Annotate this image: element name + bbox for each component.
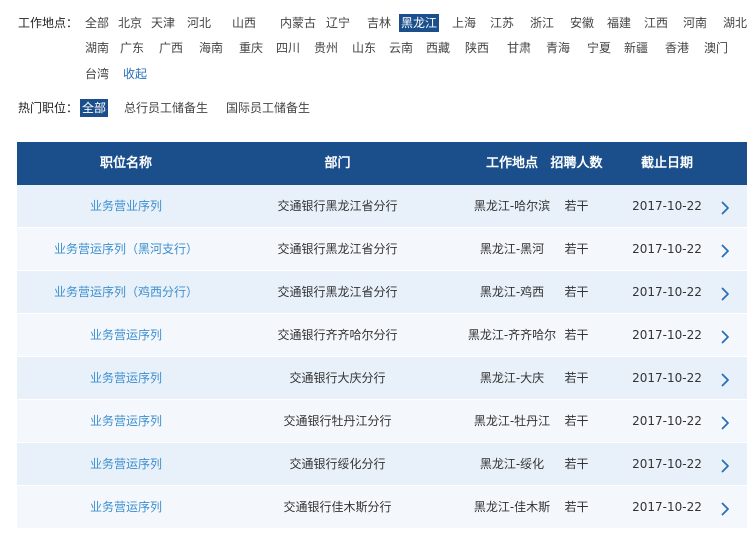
header-department: 部门 <box>324 156 351 171</box>
position-name-link[interactable]: 业务营运序列 <box>17 443 235 486</box>
deadline-cell: 2017-10-22 <box>632 328 702 342</box>
position-name-link[interactable]: 业务营运序列 <box>17 357 235 400</box>
job-table: 职位名称 部门 工作地点 招聘人数 截止日期 业务营业序列 交通银行黑龙江省分行黑… <box>17 142 747 529</box>
headcount-cell: 若干 <box>564 285 589 299</box>
table-row[interactable]: 业务营运序列（鸡西分行） 交通银行黑龙江省分行 黑龙江-鸡西 若干 2017-10-22 <box>17 271 747 314</box>
header-deadline: 截止日期 <box>640 156 693 171</box>
department-cell: 交通银行绥化分行 <box>289 457 386 471</box>
location-filter-item[interactable]: 江西 <box>642 14 670 32</box>
location-filter-item[interactable]: 上海 <box>450 14 478 32</box>
deadline-cell: 2017-10-22 <box>632 371 702 385</box>
location-filter-item[interactable]: 云南 <box>387 39 415 57</box>
location-filter-item[interactable]: 青海 <box>544 39 572 57</box>
location-filter-item[interactable]: 浙江 <box>528 14 556 32</box>
location-filter-item[interactable]: 广西 <box>157 39 185 57</box>
location-filter-item[interactable]: 贵州 <box>312 39 340 57</box>
location-filter-item[interactable]: 澳门 <box>702 39 730 57</box>
location-filter-item[interactable]: 湖南 <box>83 39 111 57</box>
position-name-link[interactable]: 业务营运序列（鸡西分行） <box>17 271 235 314</box>
location-filter-label: 工作地点： <box>18 16 79 30</box>
headcount-cell: 若干 <box>564 199 589 213</box>
position-filter-item[interactable]: 国际员工储备生 <box>224 99 312 117</box>
collapse-link[interactable]: 收起 <box>121 65 149 83</box>
table-row[interactable]: 业务营运序列 交通银行绥化分行 黑龙江-绥化 若干 2017-10-22 <box>17 443 747 486</box>
table-header: 职位名称 部门 工作地点 招聘人数 截止日期 <box>17 142 747 185</box>
location-filter-item[interactable]: 重庆 <box>237 39 265 57</box>
deadline-cell: 2017-10-22 <box>632 242 702 256</box>
location-filter-item[interactable]: 新疆 <box>622 39 650 57</box>
location-filter-item[interactable]: 内蒙古 <box>278 14 318 32</box>
chevron-right-icon[interactable] <box>718 314 732 357</box>
department-cell: 交通银行黑龙江省分行 <box>277 285 398 299</box>
location-filter-label-wrap: 工作地点： <box>18 14 80 31</box>
position-name-link[interactable]: 业务营运序列 <box>17 314 235 357</box>
location-filter-item[interactable]: 河南 <box>681 14 709 32</box>
headcount-cell: 若干 <box>564 371 589 385</box>
position-name-link[interactable]: 业务营业序列 <box>17 185 235 228</box>
location-filter-item[interactable]: 宁夏 <box>585 39 613 57</box>
deadline-cell: 2017-10-22 <box>632 457 702 471</box>
location-filter-item[interactable]: 吉林 <box>365 14 393 32</box>
chevron-right-icon[interactable] <box>718 486 732 529</box>
chevron-right-icon[interactable] <box>718 443 732 486</box>
location-filter-item[interactable]: 福建 <box>605 14 633 32</box>
position-filter-label-wrap: 热门职位： <box>18 99 80 116</box>
header-headcount: 招聘人数 <box>550 156 603 171</box>
position-name-link[interactable]: 业务营运序列 <box>17 400 235 443</box>
chevron-right-icon[interactable] <box>718 271 732 314</box>
location-filter-item[interactable]: 黑龙江 <box>399 14 440 32</box>
chevron-right-icon[interactable] <box>718 228 732 271</box>
position-filter-label: 热门职位： <box>18 101 79 115</box>
location-filter-item[interactable]: 湖北 <box>721 14 749 32</box>
position-name-link[interactable]: 业务营运序列 <box>17 486 235 529</box>
location-filter-item[interactable]: 广东 <box>118 39 146 57</box>
table-row[interactable]: 业务营业序列 交通银行黑龙江省分行 黑龙江-哈尔滨 若干 2017-10-22 <box>17 185 747 228</box>
headcount-cell: 若干 <box>564 457 589 471</box>
department-cell: 交通银行齐齐哈尔分行 <box>277 328 398 342</box>
table-body: 业务营业序列 交通银行黑龙江省分行 黑龙江-哈尔滨 若干 2017-10-22 业务营运序… <box>17 185 747 529</box>
chevron-right-icon[interactable] <box>718 357 732 400</box>
table-row[interactable]: 业务营运序列 交通银行佳木斯分行 黑龙江-佳木斯 若干 2017-10-22 <box>17 486 747 529</box>
location-filter-item[interactable]: 陕西 <box>463 39 491 57</box>
position-filter-item[interactable]: 全部 <box>80 99 109 117</box>
location-filter-item[interactable]: 四川 <box>274 39 302 57</box>
table-row[interactable]: 业务营运序列（黑河支行） 交通银行黑龙江省分行 黑龙江-黑河 若干 2017-10-22 <box>17 228 747 271</box>
position-filter-item[interactable]: 总行员工储备生 <box>122 99 210 117</box>
headcount-cell: 若干 <box>564 414 589 428</box>
header-position-name: 职位名称 <box>99 156 152 171</box>
location-filter-item[interactable]: 西藏 <box>424 39 452 57</box>
location-filter-item[interactable]: 天津 <box>149 14 177 32</box>
location-filter-item[interactable]: 山东 <box>350 39 378 57</box>
location-filter-item[interactable]: 北京 <box>116 14 144 32</box>
deadline-cell: 2017-10-22 <box>632 500 702 514</box>
department-cell: 交通银行佳木斯分行 <box>283 500 392 514</box>
deadline-cell: 2017-10-22 <box>632 414 702 428</box>
position-filter-list: 全部 总行员工储备生 国际员工储备生 <box>80 99 326 117</box>
location-filter-item[interactable]: 辽宁 <box>324 14 352 32</box>
location-filter-item[interactable]: 海南 <box>197 39 225 57</box>
position-name-link[interactable]: 业务营运序列（黑河支行） <box>17 228 235 271</box>
location-filter-item[interactable]: 安徽 <box>568 14 596 32</box>
location-filter-item[interactable]: 台湾 <box>83 65 111 83</box>
location-filter-item[interactable]: 山西 <box>230 14 258 32</box>
chevron-right-icon[interactable] <box>718 400 732 443</box>
deadline-cell: 2017-10-22 <box>632 285 702 299</box>
department-cell: 交通银行牡丹江分行 <box>283 414 392 428</box>
location-filter-item[interactable]: 甘肃 <box>505 39 533 57</box>
department-cell: 交通银行黑龙江省分行 <box>277 242 398 256</box>
chevron-right-icon[interactable] <box>718 185 732 228</box>
headcount-cell: 若干 <box>564 328 589 342</box>
table-row[interactable]: 业务营运序列 交通银行齐齐哈尔分行 黑龙江-齐齐哈尔 若干 2017-10-22 <box>17 314 747 357</box>
table-row[interactable]: 业务营运序列 交通银行牡丹江分行 黑龙江-牡丹江 若干 2017-10-22 <box>17 400 747 443</box>
department-cell: 交通银行黑龙江省分行 <box>277 199 398 213</box>
location-filter-item[interactable]: 河北 <box>185 14 213 32</box>
headcount-cell: 若干 <box>564 242 589 256</box>
location-filter-item[interactable]: 江苏 <box>488 14 516 32</box>
deadline-cell: 2017-10-22 <box>632 199 702 213</box>
location-filter-item[interactable]: 香港 <box>663 39 691 57</box>
headcount-cell: 若干 <box>564 500 589 514</box>
department-cell: 交通银行大庆分行 <box>289 371 386 385</box>
table-row[interactable]: 业务营运序列 交通银行大庆分行 黑龙江-大庆 若干 2017-10-22 <box>17 357 747 400</box>
location-filter-item[interactable]: 全部 <box>83 14 111 32</box>
